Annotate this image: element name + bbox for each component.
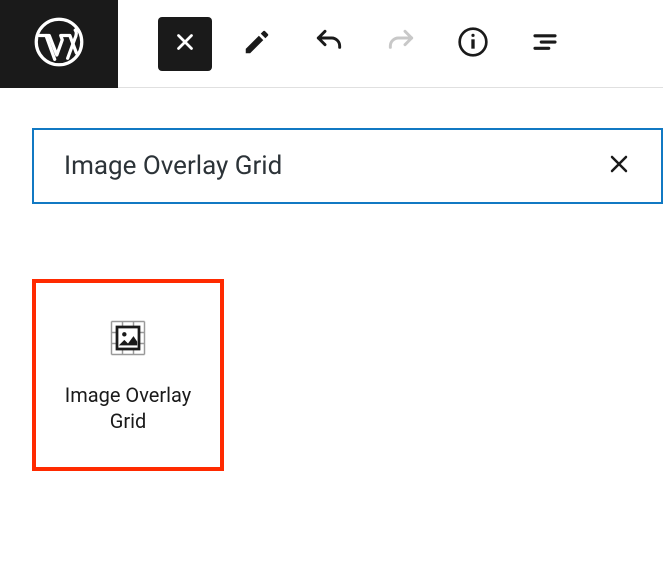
block-search-input[interactable]: Image Overlay Grid [32, 128, 663, 204]
undo-button[interactable] [302, 17, 356, 71]
block-results: Image OverlayGrid [0, 204, 663, 471]
list-view-button[interactable] [518, 17, 572, 71]
image-overlay-grid-icon [106, 316, 150, 360]
close-inserter-button[interactable] [158, 17, 212, 71]
undo-icon [313, 26, 345, 62]
block-result-label: Image OverlayGrid [65, 382, 191, 434]
info-icon [457, 26, 489, 62]
wordpress-logo-button[interactable] [0, 0, 118, 88]
info-button[interactable] [446, 17, 500, 71]
block-search-area: Image Overlay Grid [0, 88, 663, 204]
block-result-image-overlay-grid[interactable]: Image OverlayGrid [32, 279, 224, 471]
edit-tool-button[interactable] [230, 17, 284, 71]
editor-toolbar [0, 0, 663, 88]
toolbar-buttons [118, 17, 572, 71]
pencil-icon [242, 27, 272, 61]
redo-icon [385, 26, 417, 62]
wordpress-icon [33, 16, 85, 72]
redo-button[interactable] [374, 17, 428, 71]
clear-search-button[interactable] [607, 152, 631, 180]
search-text: Image Overlay Grid [64, 151, 282, 181]
close-icon [172, 29, 198, 59]
close-icon [607, 161, 631, 180]
list-view-icon [530, 27, 560, 61]
